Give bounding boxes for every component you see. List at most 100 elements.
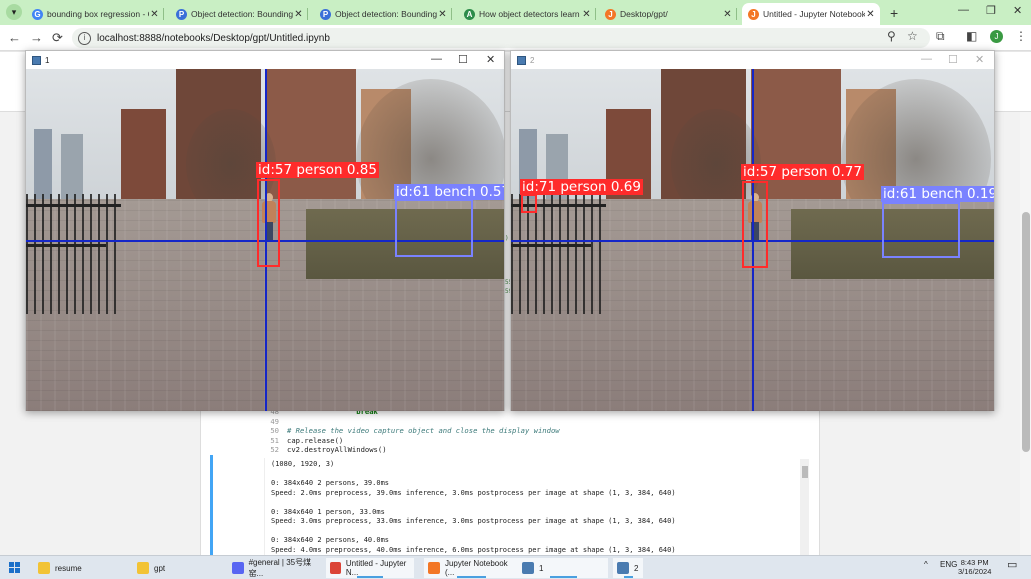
detection-label: id:61 bench 0.19 <box>881 186 994 202</box>
folder-icon <box>137 562 149 574</box>
browser-tab[interactable]: J Untitled - Jupyter Notebook ✕ <box>742 3 880 25</box>
line-number: 52 <box>270 445 279 455</box>
detection-label: id:57 person 0.85 <box>256 162 379 178</box>
side-panel-icon[interactable]: ◧ <box>966 29 977 43</box>
code-fragment: ) <box>505 235 509 242</box>
taskbar-item-label: resume <box>55 563 82 573</box>
browser-tab[interactable]: A How object detectors learn ✕ <box>458 3 596 25</box>
browser-toolbar: ← → ⟳ i localhost:8888/notebooks/Desktop… <box>0 25 1031 51</box>
bookmark-star-icon[interactable]: ☆ <box>907 29 918 43</box>
site-icon: A <box>464 8 475 20</box>
address-url[interactable]: localhost:8888/notebooks/Desktop/gpt/Unt… <box>97 33 330 44</box>
line-number: 51 <box>270 435 279 445</box>
browser-tab[interactable]: Gbounding box regression - Goo✕ <box>26 3 164 25</box>
detection-box-person <box>742 181 768 268</box>
close-tab-icon[interactable]: ✕ <box>865 9 876 20</box>
output-line: Speed: 2.0ms preprocess, 39.0ms inferenc… <box>271 488 676 497</box>
taskbar-item[interactable]: gpt <box>133 558 221 578</box>
page-scrollbar[interactable] <box>1020 112 1031 555</box>
tab-search-icon[interactable]: ▾ <box>6 4 22 20</box>
google-icon: G <box>32 8 43 20</box>
zoom-icon[interactable]: ⚲ <box>887 29 896 43</box>
taskbar-item[interactable]: 2 <box>613 558 643 578</box>
detection-box-person <box>521 194 537 213</box>
code-text: cv2.destroyAllWindows() <box>287 445 387 455</box>
close-tab-icon[interactable]: ✕ <box>722 9 733 20</box>
output-scrollbar[interactable] <box>800 459 809 555</box>
extensions-icon[interactable]: ⧉ <box>936 29 945 44</box>
taskbar-item-label: #general | 35号煤窑... <box>248 558 312 578</box>
back-icon[interactable]: ← <box>8 30 21 45</box>
detection-box-bench <box>395 199 473 257</box>
code-text: # Release the video capture object and c… <box>287 426 560 436</box>
output-line: (1080, 1920, 3) <box>271 460 335 468</box>
taskbar-item[interactable]: Untitled - Jupyter N... <box>326 558 414 578</box>
close-icon[interactable]: ✕ <box>975 53 984 66</box>
opencv-window-icon <box>617 562 629 574</box>
chrome-icon <box>330 562 341 574</box>
output-line: 0: 384x640 1 person, 33.0ms <box>271 507 385 516</box>
notification-icon[interactable]: ▭ <box>1007 558 1017 571</box>
paperspace-icon: P <box>176 8 187 20</box>
close-tab-icon[interactable]: ✕ <box>581 9 592 20</box>
taskbar-item[interactable]: #general | 35号煤窑... <box>228 558 323 578</box>
profile-avatar[interactable]: J <box>990 30 1003 43</box>
code-cell-source[interactable]: 48 break 49 50 # Release the video capture … <box>265 407 560 455</box>
output-line: 0: 384x640 2 persons, 40.0ms <box>271 536 390 544</box>
output-line: 0: 384x640 2 persons, 39.0ms <box>271 479 390 487</box>
reload-icon[interactable]: ⟳ <box>52 30 63 46</box>
line-number: 50 <box>270 426 279 436</box>
forward-icon[interactable]: → <box>30 30 43 45</box>
taskbar-item[interactable]: Jupyter Notebook (... <box>424 558 519 578</box>
tab-title: Object detection: Bounding bo <box>335 9 437 19</box>
output-line: Speed: 4.0ms preprocess, 40.0ms inferenc… <box>271 545 676 554</box>
taskbar-item[interactable]: resume <box>34 558 124 578</box>
new-tab-button[interactable]: + <box>890 5 898 21</box>
taskbar-item-label: 2 <box>634 563 639 573</box>
browser-tab-strip: ▾ Gbounding box regression - Goo✕PObject… <box>0 0 1031 25</box>
video-frame: id:71 person 0.69 id:57 person 0.77 id:6… <box>511 69 994 411</box>
video-frame: id:57 person 0.85 id:61 bench 0.57 <box>26 69 504 411</box>
minimize-icon[interactable]: — <box>958 4 969 16</box>
maximize-icon[interactable]: ☐ <box>948 53 958 66</box>
maximize-icon[interactable]: ☐ <box>458 53 468 66</box>
opencv-window-1[interactable]: 1 — ☐ ✕ id:57 person 0.85 id:61 bench 0.… <box>25 50 505 411</box>
restore-icon[interactable]: ❐ <box>986 4 996 17</box>
address-bar[interactable]: i localhost:8888/notebooks/Desktop/gpt/U… <box>72 28 930 48</box>
close-window-icon[interactable]: ✕ <box>1013 4 1022 17</box>
folder-icon <box>38 562 50 574</box>
language-indicator[interactable]: ENG <box>940 560 957 569</box>
window-title: 1 <box>45 55 50 65</box>
taskbar-item-label: Jupyter Notebook (... <box>444 559 508 577</box>
line-number: 49 <box>270 416 279 426</box>
browser-tab[interactable]: P Object detection: Bounding bo✕ <box>314 3 452 25</box>
site-info-icon[interactable]: i <box>78 31 91 45</box>
clock-time: 8:43 PM <box>960 558 989 567</box>
code-line: 49 <box>265 417 560 427</box>
browser-tab[interactable]: P Object detection: Bounding bo✕ <box>170 3 308 25</box>
taskbar-item-label: Untitled - Jupyter N... <box>345 559 407 577</box>
system-clock[interactable]: 8:43 PM 3/16/2024 <box>958 558 991 576</box>
code-text: cap.release() <box>287 435 344 445</box>
jupyter-icon: J <box>605 8 616 20</box>
close-tab-icon[interactable]: ✕ <box>437 9 448 20</box>
minimize-icon[interactable]: — <box>921 53 932 65</box>
opencv-window-2[interactable]: 2 — ☐ ✕ id:71 person 0.69 id:57 person 0… <box>510 50 995 411</box>
code-line: 51 cap.release() <box>265 436 560 446</box>
close-tab-icon[interactable]: ✕ <box>149 9 160 20</box>
start-button-icon[interactable] <box>9 562 20 573</box>
tab-title: Desktop/gpt/ <box>620 9 668 19</box>
code-line: 52 cv2.destroyAllWindows() <box>265 445 560 455</box>
detection-label: id:61 bench 0.57 <box>394 184 504 200</box>
taskbar-item[interactable]: 1 <box>518 558 608 578</box>
minimize-icon[interactable]: — <box>431 53 442 65</box>
detection-label: id:57 person 0.77 <box>741 164 864 180</box>
tray-overflow-icon[interactable]: ^ <box>924 560 928 569</box>
window-app-icon <box>517 55 526 65</box>
close-icon[interactable]: ✕ <box>486 53 495 66</box>
more-menu-icon[interactable]: ⋮ <box>1015 29 1027 43</box>
browser-tab[interactable]: J Desktop/gpt/ ✕ <box>599 3 737 25</box>
close-tab-icon[interactable]: ✕ <box>293 9 304 20</box>
